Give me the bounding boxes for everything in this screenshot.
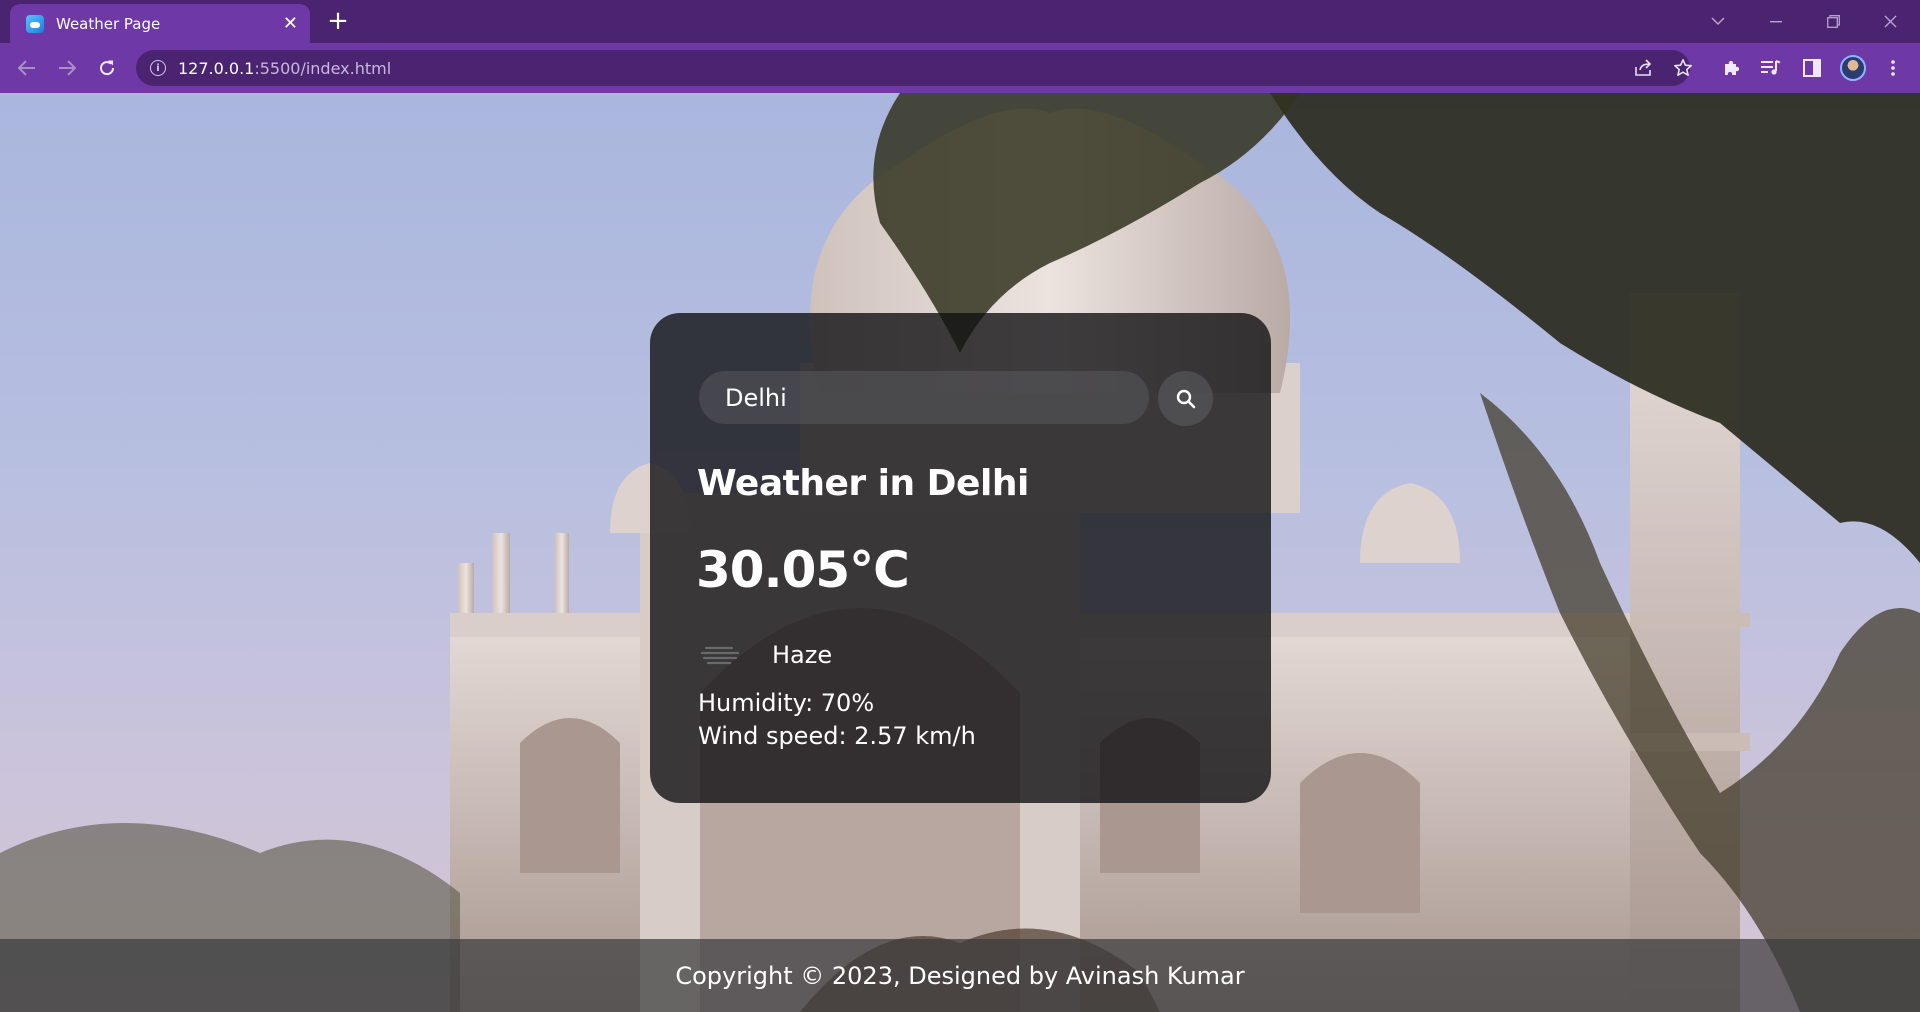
side-panel-icon[interactable] [1799,55,1825,81]
close-window-icon[interactable] [1862,0,1918,43]
more-menu-icon[interactable] [1880,55,1906,81]
city-search-input[interactable] [699,371,1149,424]
search-icon [1176,389,1195,408]
search-button[interactable] [1158,371,1213,426]
browser-toolbar: i 127.0.0.1:5500/index.html [0,43,1920,93]
tab-search-icon[interactable] [1690,0,1746,43]
bookmark-star-icon[interactable] [1670,55,1696,81]
haze-icon [700,646,740,665]
weather-description-row: Haze [698,635,832,675]
weather-heading: Weather in Delhi [697,463,1029,504]
tab-close-button[interactable]: ✕ [283,14,298,33]
weather-card: Weather in Delhi 30.05°C Haze Humidity: … [650,313,1271,803]
site-info-icon[interactable]: i [150,60,166,76]
share-icon[interactable] [1631,55,1657,81]
restore-window-icon[interactable] [1805,0,1861,43]
forward-button[interactable] [52,53,82,83]
reload-button[interactable] [92,53,122,83]
back-button[interactable] [12,53,42,83]
weather-description: Haze [772,641,833,669]
page-footer: Copyright © 2023, Designed by Avinash Ku… [0,939,1920,1012]
weather-favicon-icon [26,14,44,33]
search-bar [699,371,1229,426]
wind-speed-text: Wind speed: 2.57 km/h [698,722,976,750]
copyright-text: Copyright © 2023, Designed by Avinash Ku… [675,961,1245,990]
weather-page: Weather in Delhi 30.05°C Haze Humidity: … [0,93,1920,1012]
url-path: :5500/index.html [254,58,392,78]
browser-tab-strip: Weather Page ✕ + [0,0,1920,43]
address-bar[interactable]: i 127.0.0.1:5500/index.html [136,50,1690,86]
extensions-puzzle-icon[interactable] [1719,55,1745,81]
new-tab-button[interactable]: + [324,8,352,36]
humidity-text: Humidity: 70% [698,689,875,717]
minimize-window-icon[interactable] [1748,0,1804,43]
temperature-value: 30.05°C [696,541,910,599]
url-host: 127.0.0.1 [178,58,255,78]
tab-title: Weather Page [56,14,161,33]
media-queue-icon[interactable] [1758,55,1784,81]
browser-tab[interactable]: Weather Page ✕ [10,4,310,43]
profile-avatar[interactable] [1840,55,1866,81]
